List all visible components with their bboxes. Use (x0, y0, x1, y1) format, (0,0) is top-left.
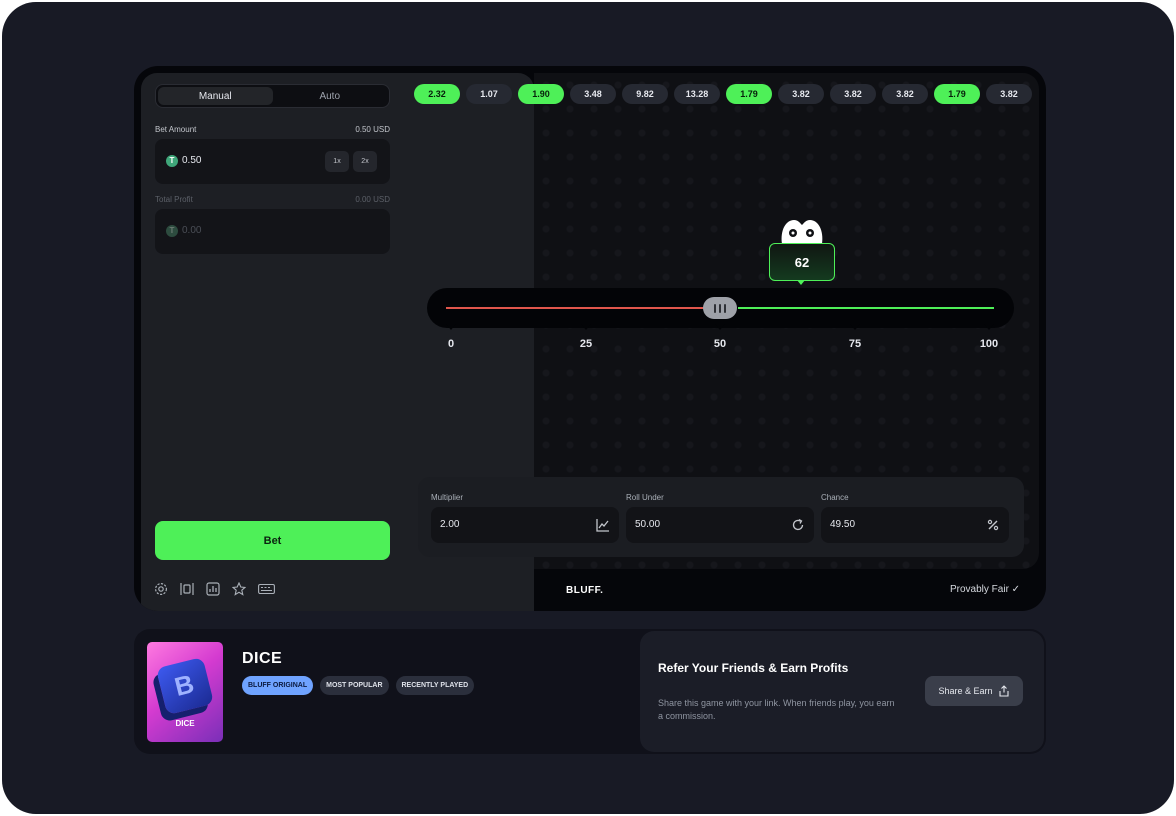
slider-handle[interactable] (703, 297, 737, 319)
history-pill[interactable]: 3.82 (778, 84, 824, 104)
share-earn-button[interactable]: Share & Earn (925, 676, 1023, 706)
settings-icon[interactable] (154, 582, 168, 596)
history-pill[interactable]: 3.82 (882, 84, 928, 104)
refresh-icon[interactable] (791, 518, 805, 532)
mascot-icon (781, 220, 823, 244)
theatre-mode-icon[interactable] (180, 582, 194, 596)
tag-most-popular[interactable]: MOST POPULAR (320, 676, 389, 695)
share-icon (998, 685, 1009, 697)
tick-mark (850, 324, 860, 330)
roll-under-label: Roll Under (626, 493, 664, 502)
bet-button[interactable]: Bet (155, 521, 390, 560)
total-profit-label: Total Profit (155, 195, 193, 204)
total-profit-field: T 0.00 (155, 209, 390, 254)
lose-range (446, 307, 708, 309)
mode-toggle: Manual Auto (155, 84, 390, 108)
tag-recently-played[interactable]: RECENTLY PLAYED (395, 676, 475, 695)
share-earn-label: Share & Earn (938, 686, 993, 696)
tick-label: 100 (979, 338, 999, 350)
game-info-card: B DICE DICE BLUFF ORIGINAL MOST POPULAR … (134, 629, 1046, 754)
bet-amount-value[interactable]: 0.50 (182, 155, 201, 166)
multiplier-value[interactable]: 2.00 (440, 519, 459, 530)
tick-mark (984, 324, 994, 330)
history-pill[interactable]: 3.82 (830, 84, 876, 104)
history-pill[interactable]: 3.82 (986, 84, 1032, 104)
percent-icon (987, 519, 999, 531)
chance-label: Chance (821, 493, 849, 502)
tick-label: 0 (447, 338, 455, 350)
history-pill[interactable]: 2.32 (414, 84, 460, 104)
refer-description: Share this game with your link. When fri… (658, 698, 895, 721)
star-icon[interactable] (232, 582, 246, 596)
chance-value[interactable]: 49.50 (830, 519, 855, 530)
tick-label: 75 (848, 338, 862, 350)
history-pill[interactable]: 1.90 (518, 84, 564, 104)
multiplier-label: Multiplier (431, 493, 464, 502)
app-frame: Manual Auto Bet Amount 0.50 USD T 0.50 1… (2, 2, 1174, 814)
bet-amount-field[interactable]: T 0.50 1x 2x (155, 139, 390, 184)
chance-field[interactable]: 49.50 (821, 507, 1009, 543)
chart-icon (596, 519, 609, 532)
tether-coin-icon: T (166, 155, 178, 167)
history-bar: 2.32 1.07 1.90 3.48 9.82 13.28 1.79 3.82 3.82 3.8… (414, 84, 1032, 104)
tether-coin-icon: T (166, 225, 178, 237)
game-title: DICE (242, 650, 283, 667)
total-profit-value: 0.00 (182, 225, 202, 236)
stats-icon[interactable] (206, 582, 220, 596)
history-pill[interactable]: 1.79 (726, 84, 772, 104)
tick-mark (446, 324, 456, 330)
bet-amount-label: Bet Amount (155, 125, 197, 134)
roll-slider[interactable] (427, 288, 1014, 328)
bet-amount-usd: 0.50 USD (355, 125, 390, 134)
roll-under-value[interactable]: 50.00 (635, 519, 660, 530)
bet-2x-button[interactable]: 2x (353, 151, 377, 172)
dice-icon: B (155, 656, 215, 716)
history-pill[interactable]: 1.79 (934, 84, 980, 104)
history-pill[interactable]: 13.28 (674, 84, 720, 104)
tick-label: 50 (713, 338, 727, 350)
keyboard-icon[interactable] (258, 582, 275, 596)
game-controls: Multiplier 2.00 Roll Under 50.00 Chance … (418, 477, 1024, 557)
game-thumbnail: B DICE (147, 642, 223, 742)
history-pill[interactable]: 3.48 (570, 84, 616, 104)
tick-label: 25 (579, 338, 593, 350)
refer-card: Refer Your Friends & Earn Profits Share … (640, 631, 1044, 752)
thumbnail-label: DICE (175, 719, 195, 728)
result-display: 62 (769, 243, 835, 281)
tick-mark (715, 324, 725, 330)
tab-manual[interactable]: Manual (158, 87, 273, 105)
game-window: Manual Auto Bet Amount 0.50 USD T 0.50 1… (134, 66, 1046, 611)
game-tags: BLUFF ORIGINAL MOST POPULAR RECENTLY PLA… (242, 676, 475, 695)
brand-logo: BLUFF. (566, 585, 604, 596)
refer-title: Refer Your Friends & Earn Profits (658, 661, 849, 675)
bet-1x-button[interactable]: 1x (325, 151, 349, 172)
win-range (738, 307, 994, 309)
tab-auto[interactable]: Auto (273, 87, 388, 105)
history-pill[interactable]: 9.82 (622, 84, 668, 104)
total-profit-usd: 0.00 USD (355, 195, 390, 204)
result-pointer (797, 280, 805, 285)
multiplier-field[interactable]: 2.00 (431, 507, 619, 543)
provably-fair-link[interactable]: Provably Fair ✓ (950, 584, 1020, 595)
roll-under-field[interactable]: 50.00 (626, 507, 814, 543)
history-pill[interactable]: 1.07 (466, 84, 512, 104)
tick-mark (581, 324, 591, 330)
tag-bluff-original[interactable]: BLUFF ORIGINAL (242, 676, 314, 695)
